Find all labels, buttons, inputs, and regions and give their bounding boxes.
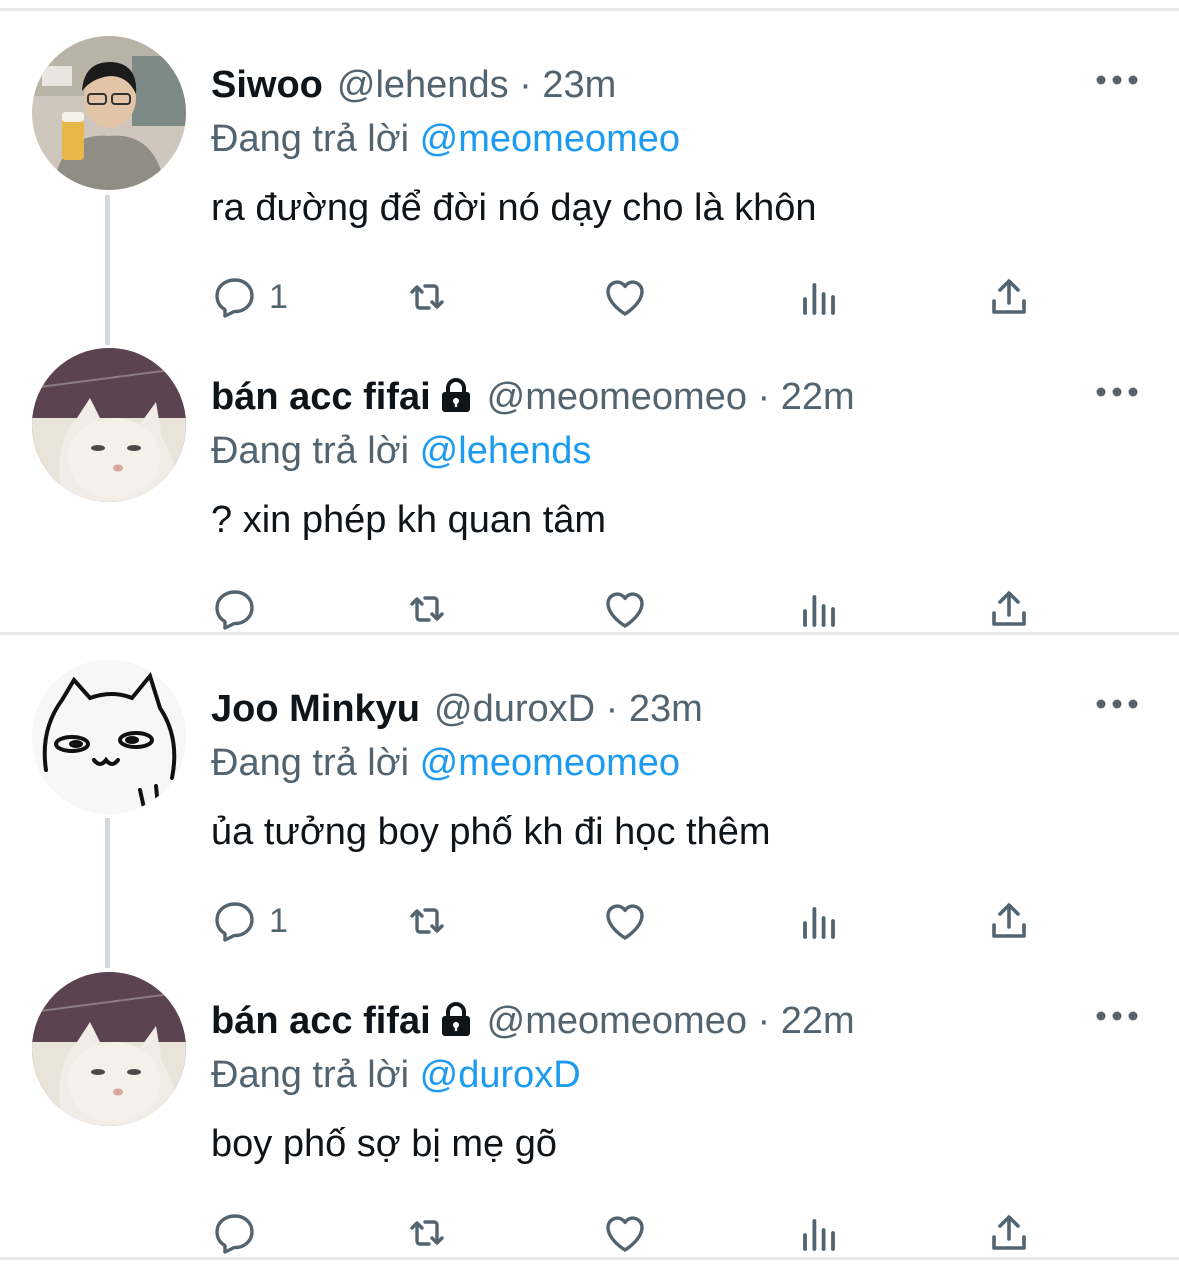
retweet-button[interactable]	[403, 892, 451, 950]
separator: ·	[605, 688, 619, 730]
like-icon	[606, 592, 644, 628]
top-divider	[0, 8, 1179, 11]
reply-count: 1	[269, 277, 288, 316]
reply-button[interactable]: 1	[211, 268, 288, 326]
avatar[interactable]	[32, 348, 186, 502]
user-handle[interactable]: @meomeomeo	[487, 376, 747, 418]
views-button[interactable]	[795, 1204, 843, 1262]
tweet-header: Siwoo @lehends · 23m	[211, 62, 616, 108]
action-bar: 1	[211, 892, 1041, 950]
reply-prefix: Đang trả lời	[211, 118, 410, 160]
reply-prefix: Đang trả lời	[211, 742, 410, 784]
reply-icon	[215, 1214, 254, 1254]
views-icon	[803, 595, 835, 627]
more-icon[interactable]	[1095, 382, 1139, 402]
tweet-text: ra đường để đời nó dạy cho là khôn	[211, 187, 817, 229]
reply-context: Đang trả lời @meomeomeo	[211, 740, 680, 786]
tweet-header: bán acc fifai @meomeomeo · 22m	[211, 374, 855, 420]
views-icon	[803, 907, 835, 939]
reply-button[interactable]: 1	[211, 892, 288, 950]
lock-icon	[441, 378, 470, 412]
reply-button[interactable]	[211, 580, 269, 638]
display-name[interactable]: Joo Minkyu	[211, 688, 420, 730]
tweet-text: ? xin phép kh quan tâm	[211, 499, 607, 541]
tweet-header: bán acc fifai @meomeomeo · 22m	[211, 998, 855, 1044]
reply-to-link[interactable]: @lehends	[420, 430, 592, 472]
separator: ·	[757, 1000, 771, 1042]
reply-context: Đang trả lời @meomeomeo	[211, 116, 680, 162]
retweet-icon	[410, 908, 444, 934]
views-icon	[803, 1219, 835, 1251]
tweet-header: Joo Minkyu @duroxD · 23m	[211, 686, 703, 732]
like-button[interactable]	[601, 892, 649, 950]
action-bar	[211, 1204, 1041, 1262]
avatar[interactable]	[32, 972, 186, 1126]
more-icon[interactable]	[1095, 1006, 1139, 1026]
timestamp[interactable]: 23m	[542, 64, 616, 106]
timestamp[interactable]: 22m	[781, 376, 855, 418]
retweet-icon	[410, 1220, 444, 1246]
separator: ·	[519, 64, 532, 106]
display-name[interactable]: bán acc fifai	[211, 1000, 431, 1042]
tweet[interactable]: bán acc fifai @meomeomeo · 22m Đang trả l…	[0, 960, 1179, 1260]
like-button[interactable]	[601, 1204, 649, 1262]
display-name[interactable]: bán acc fifai	[211, 376, 431, 418]
share-button[interactable]	[985, 892, 1033, 950]
avatar[interactable]	[32, 660, 186, 814]
retweet-button[interactable]	[403, 1204, 451, 1262]
views-button[interactable]	[795, 892, 843, 950]
reply-to-link[interactable]: @duroxD	[420, 1054, 581, 1096]
share-button[interactable]	[985, 580, 1033, 638]
timestamp[interactable]: 22m	[781, 1000, 855, 1042]
tweet-text: ủa tưởng boy phố kh đi học thêm	[211, 811, 771, 853]
retweet-button[interactable]	[403, 580, 451, 638]
retweet-button[interactable]	[403, 268, 451, 326]
share-icon	[992, 903, 1026, 938]
tweet-text: boy phố sợ bị mẹ gõ	[211, 1123, 558, 1165]
user-handle[interactable]: @meomeomeo	[487, 1000, 747, 1042]
lock-icon	[441, 1002, 470, 1036]
user-handle[interactable]: @duroxD	[434, 688, 595, 730]
reply-icon	[215, 590, 254, 630]
like-icon	[606, 1216, 644, 1252]
reply-icon	[215, 902, 254, 942]
reply-context: Đang trả lời @duroxD	[211, 1052, 581, 1098]
action-bar: 1	[211, 268, 1041, 326]
views-icon	[803, 283, 835, 315]
share-icon	[992, 1215, 1026, 1250]
views-button[interactable]	[795, 580, 843, 638]
reply-to-link[interactable]: @meomeomeo	[420, 118, 680, 160]
reply-context: Đang trả lời @lehends	[211, 428, 591, 474]
action-bar	[211, 580, 1041, 638]
share-button[interactable]	[985, 268, 1033, 326]
share-icon	[992, 279, 1026, 314]
retweet-icon	[410, 596, 444, 622]
like-icon	[606, 280, 644, 316]
views-button[interactable]	[795, 268, 843, 326]
tweet[interactable]: Joo Minkyu @duroxD · 23m Đang trả lời @me…	[0, 648, 1179, 948]
display-name[interactable]: Siwoo	[211, 64, 323, 106]
reply-icon	[215, 278, 254, 318]
more-icon[interactable]	[1095, 70, 1139, 90]
user-handle[interactable]: @lehends	[337, 64, 509, 106]
like-button[interactable]	[601, 268, 649, 326]
share-icon	[992, 591, 1026, 626]
tweet[interactable]: bán acc fifai @meomeomeo · 22m Đang trả l…	[0, 336, 1179, 636]
reply-to-link[interactable]: @meomeomeo	[420, 742, 680, 784]
like-icon	[606, 904, 644, 940]
share-button[interactable]	[985, 1204, 1033, 1262]
reply-prefix: Đang trả lời	[211, 1054, 410, 1096]
reply-count: 1	[269, 901, 288, 940]
avatar[interactable]	[32, 36, 186, 190]
reply-prefix: Đang trả lời	[211, 430, 410, 472]
separator: ·	[757, 376, 771, 418]
like-button[interactable]	[601, 580, 649, 638]
reply-button[interactable]	[211, 1204, 269, 1262]
tweet[interactable]: Siwoo @lehends · 23m Đang trả lời @meomeo…	[0, 24, 1179, 324]
more-icon[interactable]	[1095, 694, 1139, 714]
retweet-icon	[410, 284, 444, 310]
timestamp[interactable]: 23m	[629, 688, 703, 730]
